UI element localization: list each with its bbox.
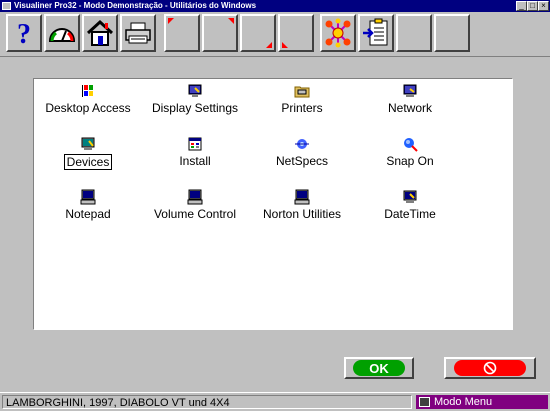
utility-label: DateTime	[384, 207, 436, 221]
app-icon[interactable]	[2, 2, 11, 10]
display-icon	[188, 84, 202, 97]
utility-devices[interactable]: Devices	[28, 136, 148, 170]
clipboard-import-icon	[363, 18, 388, 46]
printer-folder-icon	[294, 86, 310, 98]
utility-label: Display Settings	[151, 101, 239, 115]
mode-icon	[419, 397, 430, 407]
utility-label: Norton Utilities	[262, 207, 342, 221]
maximize-button[interactable]: □	[527, 1, 538, 11]
question-mark-icon: ?	[17, 19, 31, 48]
utility-label: Network	[387, 101, 432, 115]
ok-button[interactable]: OK	[344, 357, 414, 379]
ok-pill: OK	[353, 360, 405, 376]
print-button[interactable]	[120, 14, 156, 52]
molecule-icon	[325, 18, 351, 48]
snapon-icon	[404, 138, 418, 152]
devices-icon	[81, 137, 95, 150]
main-area: Desktop Access Display Settings Printers…	[0, 57, 550, 390]
computer-icon	[80, 189, 96, 205]
home-icon	[86, 19, 114, 46]
computer-icon	[187, 189, 203, 205]
network-tool-button[interactable]	[320, 14, 356, 52]
network-icon	[403, 84, 417, 97]
red-corner-marker	[228, 18, 234, 24]
red-corner-marker	[168, 18, 174, 24]
no-entry-icon	[483, 361, 497, 375]
toolbar-slot-5[interactable]	[164, 14, 200, 52]
mode-label: Modo Menu	[434, 396, 493, 408]
help-button[interactable]: ?	[6, 14, 42, 52]
utility-label: Snap On	[386, 154, 434, 168]
utility-notepad[interactable]: Notepad	[28, 189, 148, 221]
toolbar: ?	[0, 12, 550, 57]
vehicle-status: LAMBORGHINI, 1997, DIABOLO VT und 4X4	[2, 395, 412, 409]
utility-datetime[interactable]: DateTime	[350, 189, 470, 221]
title-bar: Visualiner Pro32 - Modo Demonstração - U…	[0, 0, 550, 12]
utility-label: Notepad	[65, 207, 111, 221]
red-corner-marker	[266, 42, 272, 48]
windows-flag-icon	[82, 85, 93, 97]
clipboard-button[interactable]	[358, 14, 394, 52]
status-bar: LAMBORGHINI, 1997, DIABOLO VT und 4X4 Mo…	[0, 392, 550, 411]
ok-label: OK	[369, 360, 389, 376]
utility-desktop-access[interactable]: Desktop Access	[28, 83, 148, 115]
utility-label: Volume Control	[153, 207, 237, 221]
svg-text:?: ?	[17, 19, 31, 48]
install-icon	[188, 137, 202, 151]
red-corner-marker	[282, 42, 288, 48]
utility-install[interactable]: Install	[135, 136, 255, 168]
netspecs-icon	[295, 139, 309, 149]
utilities-panel: Desktop Access Display Settings Printers…	[33, 78, 513, 330]
toolbar-slot-12[interactable]	[434, 14, 470, 52]
utility-label: Printers	[281, 101, 323, 115]
gauge-button[interactable]	[44, 14, 80, 52]
utility-netspecs[interactable]: NetSpecs	[242, 136, 362, 168]
mode-status: Modo Menu	[416, 395, 548, 409]
toolbar-slot-11[interactable]	[396, 14, 432, 52]
minimize-button[interactable]: _	[516, 1, 527, 11]
utility-label: NetSpecs	[275, 154, 329, 168]
toolbar-slot-7[interactable]	[240, 14, 276, 52]
close-button[interactable]: ×	[538, 1, 549, 11]
utility-network[interactable]: Network	[350, 83, 470, 115]
home-button[interactable]	[82, 14, 118, 52]
printer-icon	[125, 22, 151, 44]
utility-display-settings[interactable]: Display Settings	[135, 83, 255, 115]
utility-label: Install	[179, 154, 211, 168]
gauge-icon	[48, 28, 76, 42]
utility-label: Devices	[63, 154, 113, 170]
utility-label: Desktop Access	[45, 101, 131, 115]
toolbar-slot-8[interactable]	[278, 14, 314, 52]
utility-norton-utilities[interactable]: Norton Utilities	[242, 189, 362, 221]
cancel-pill	[454, 360, 526, 376]
utility-volume-control[interactable]: Volume Control	[135, 189, 255, 221]
cancel-button[interactable]	[444, 357, 536, 379]
utility-snap-on[interactable]: Snap On	[350, 136, 470, 168]
computer-icon	[294, 189, 310, 205]
window-title: Visualiner Pro32 - Modo Demonstração - U…	[14, 1, 257, 10]
utility-printers[interactable]: Printers	[242, 83, 362, 115]
datetime-icon	[403, 190, 417, 203]
toolbar-slot-6[interactable]	[202, 14, 238, 52]
